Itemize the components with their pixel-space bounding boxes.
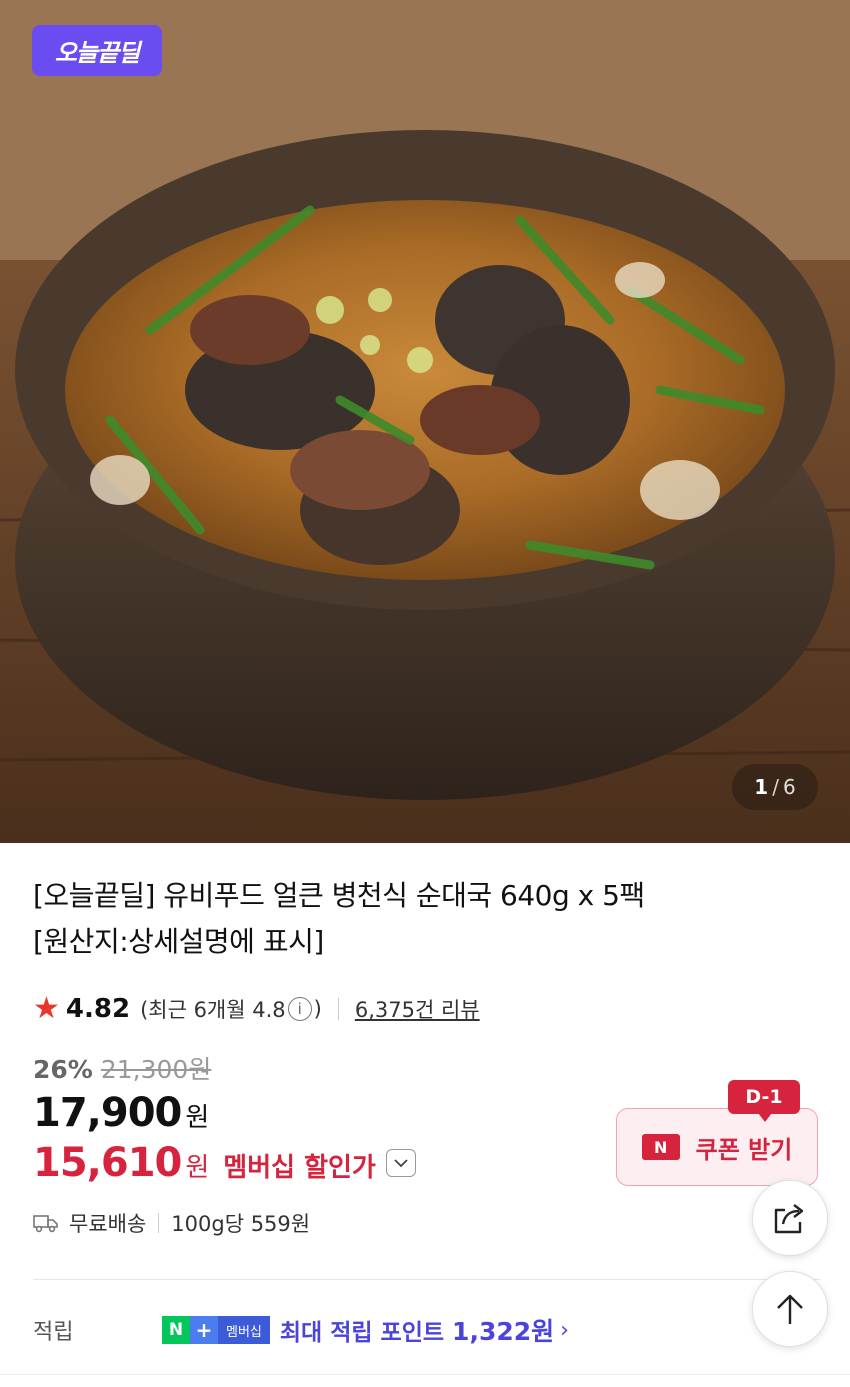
image-counter-separator: /	[772, 775, 779, 799]
sale-price-row: 17,900 원	[33, 1090, 209, 1136]
original-price: 21,300원	[100, 1055, 212, 1084]
divider	[158, 1213, 160, 1233]
product-title: [오늘끝딜] 유비푸드 얼큰 병천식 순대국 640g x 5팩 [원산지:상세…	[33, 873, 753, 965]
naver-plus-membership-badge: N + 멤버십	[162, 1316, 270, 1344]
rating-row: ★ 4.82 (최근 6개월 4.8 i ) 6,375건 리뷰	[33, 990, 480, 1028]
share-icon	[774, 1204, 804, 1234]
product-image[interactable]: 오늘끝딜 1 / 6	[0, 0, 850, 843]
discount-rate: 26%	[33, 1055, 93, 1084]
points-row[interactable]: 적립 N + 멤버십 최대 적립 포인트 1,322원 ›	[33, 1310, 569, 1350]
product-title-line1: [오늘끝딜] 유비푸드 얼큰 병천식 순대국 640g x 5팩	[33, 879, 645, 912]
max-points-amount: 1,322원	[452, 1317, 555, 1346]
chevron-down-icon[interactable]	[385, 1149, 416, 1177]
free-shipping: 무료배송	[69, 1212, 147, 1236]
today-deal-badge: 오늘끝딜	[32, 25, 162, 76]
coupon-label: 쿠폰 받기	[695, 1135, 793, 1164]
shipping-row: 무료배송 100g당 559원	[33, 1208, 310, 1238]
points-label: 적립	[33, 1320, 74, 1345]
share-button[interactable]	[752, 1180, 828, 1256]
product-title-line2: [원산지:상세설명에 표시]	[33, 925, 324, 958]
member-price-unit: 원	[185, 1153, 210, 1183]
max-points-text: 최대 적립 포인트 1,322원	[280, 1312, 554, 1348]
chevron-right-icon: ›	[560, 1317, 569, 1343]
section-divider	[33, 1279, 820, 1280]
recent-rating-text: (최근 6개월 4.8	[140, 998, 286, 1022]
naver-n-icon: N	[641, 1134, 680, 1160]
stew-photo	[0, 0, 850, 843]
image-counter-total: 6	[782, 775, 796, 799]
member-price-row: 15,610 원 멤버십 할인가	[33, 1140, 416, 1186]
sale-price-unit: 원	[185, 1103, 210, 1133]
arrow-up-icon	[777, 1294, 803, 1324]
bottom-divider	[0, 1374, 850, 1375]
member-price-label: 멤버십 할인가	[223, 1153, 376, 1183]
d-day-badge: D-1	[728, 1080, 800, 1122]
recent-rating-close: )	[313, 997, 322, 1021]
coupon-button[interactable]: N 쿠폰 받기	[616, 1108, 818, 1186]
image-counter-current: 1	[754, 775, 769, 799]
membership-label: 멤버십	[218, 1316, 270, 1344]
divider	[337, 998, 339, 1020]
image-counter: 1 / 6	[732, 764, 818, 810]
sale-price: 17,900	[33, 1090, 182, 1136]
rating-value: 4.82	[65, 994, 131, 1024]
truck-icon	[33, 1215, 58, 1233]
naver-n-icon: N	[162, 1316, 190, 1344]
star-icon: ★	[33, 991, 60, 1026]
info-icon[interactable]: i	[287, 997, 312, 1021]
reviews-link[interactable]: 6,375건 리뷰	[355, 994, 480, 1024]
scroll-top-button[interactable]	[752, 1271, 828, 1347]
recent-rating: (최근 6개월 4.8 i )	[140, 994, 322, 1024]
unit-price: 100g당 559원	[171, 1212, 311, 1236]
max-points-prefix: 최대 적립 포인트	[279, 1320, 445, 1346]
plus-icon: +	[190, 1316, 218, 1344]
member-price: 15,610	[33, 1140, 182, 1186]
original-price-row: 26% 21,300원	[33, 1050, 211, 1086]
